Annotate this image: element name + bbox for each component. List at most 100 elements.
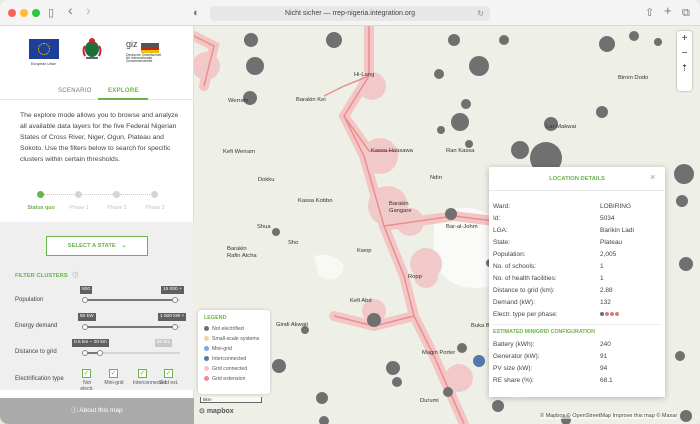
town-label: Birnin Dodo <box>618 75 649 81</box>
tab-explore[interactable]: EXPLORE <box>108 88 139 94</box>
back-icon[interactable]: ‹ <box>68 3 73 17</box>
detail-key: Population: <box>493 251 526 258</box>
energy-max-handle[interactable] <box>172 324 178 330</box>
town-label: Ran Kassa <box>446 148 475 154</box>
checkbox-interconnected[interactable]: ✓ <box>138 369 147 378</box>
filter-clusters-label: FILTER CLUSTERS <box>15 273 68 279</box>
select-state-button[interactable]: SELECT A STATE ⌄ <box>46 236 148 256</box>
energy-min-handle[interactable] <box>82 324 88 330</box>
step-dot-status-quo[interactable] <box>37 191 44 198</box>
step-dot-phase-1[interactable] <box>75 191 82 198</box>
about-map-label: About this map <box>79 407 123 414</box>
scale-label: 5km <box>203 397 212 402</box>
minimize-window-button[interactable] <box>20 9 28 17</box>
energy-demand-label: Energy demand <box>15 323 58 329</box>
step-dot-phase-2[interactable] <box>113 191 120 198</box>
phase-dot <box>615 312 619 316</box>
filter-panel: SELECT A STATE ⌄ FILTER CLUSTERS ⓘ Popul… <box>0 222 194 390</box>
distance-min-handle[interactable] <box>82 350 88 356</box>
location-details-popup: LOCATION DETAILS × Ward: LOBIRING Id: 5034 L… <box>489 167 665 397</box>
new-tab-icon[interactable]: + <box>664 4 672 18</box>
detail-value: LOBIRING <box>600 203 632 210</box>
intro-text: The explore mode allows you to browse an… <box>20 112 179 163</box>
population-min-handle[interactable] <box>82 297 88 303</box>
legend-swatch <box>204 326 209 331</box>
town-label: Kwop <box>357 248 372 254</box>
legend-swatch <box>204 376 209 381</box>
population-max-handle[interactable] <box>172 297 178 303</box>
sidebar-toggle-icon[interactable]: ▯ <box>48 6 54 20</box>
maximize-window-button[interactable] <box>32 9 40 17</box>
zoom-in-button[interactable]: + <box>677 31 692 46</box>
giz-logo: giz Deutsche Gesellschaft für Internatio… <box>124 39 166 63</box>
population-min-value: 500 <box>80 286 93 294</box>
share-icon[interactable]: ⇧ <box>645 6 654 20</box>
mode-tabs: SCENARIO EXPLORE <box>0 84 194 100</box>
detail-key: No. of health facilities: <box>493 275 557 282</box>
detail-key: RE share (%): <box>493 377 534 384</box>
checkbox-label-not-electrified: Not electr. <box>80 380 94 392</box>
map-legend: LEGEND Not electrified Small-scale syste… <box>198 310 270 394</box>
town-label: Kassa Kobbo <box>298 198 333 204</box>
checkbox-label-mini-grid: Mini-grid <box>104 380 124 386</box>
town-label: Kefi Werram <box>223 149 256 155</box>
legend-label: Small-scale systems <box>212 336 260 342</box>
detail-key: LGA: <box>493 227 508 234</box>
step-label-phase-3[interactable]: Phase 3 <box>135 205 175 211</box>
checkbox-not-electrified[interactable]: ✓ <box>82 369 91 378</box>
town-label: Gindi Akwati <box>276 322 308 328</box>
close-window-button[interactable] <box>8 9 16 17</box>
population-slider-range <box>85 299 175 301</box>
checkbox-label-interconnected: Interconnected <box>133 380 167 386</box>
step-dot-phase-3[interactable] <box>151 191 158 198</box>
tab-overview-icon[interactable]: ⧉ <box>682 6 690 20</box>
map-attribution[interactable]: © Mapbox © OpenStreetMap Improve this ma… <box>540 413 678 419</box>
address-bar[interactable]: Nicht sicher — rrep-nigeria.integration.… <box>210 6 490 21</box>
town-label: Ropp <box>408 274 422 280</box>
phase-dot <box>600 312 604 316</box>
forward-icon[interactable]: › <box>86 3 91 17</box>
detail-key: Demand (kW): <box>493 299 535 306</box>
town-label: Werram <box>228 98 249 104</box>
zoom-out-button[interactable]: − <box>677 46 692 61</box>
compass-button[interactable]: ⇡ <box>677 61 692 76</box>
nigeria-coat-of-arms-logo <box>82 38 102 59</box>
town-label: Bar-al-Johm <box>446 224 478 230</box>
tab-scenario[interactable]: SCENARIO <box>58 88 92 94</box>
town-label: Kassa Hausawa <box>371 148 413 154</box>
browser-toolbar: ▯ ‹ › ◐ Nicht sicher — rrep-nigeria.inte… <box>0 0 700 26</box>
checkbox-grid-extension[interactable]: ✓ <box>164 369 173 378</box>
phase-dot <box>610 312 614 316</box>
town-label: Dokku <box>258 177 275 183</box>
town-label: Barakin Rafin Atcha <box>227 246 257 259</box>
step-label-phase-2[interactable]: Phase 2 <box>97 205 137 211</box>
mapbox-logo[interactable]: ⊙ mapbox <box>199 407 234 415</box>
logo-strip: European Union giz Deutsche Gesellschaft… <box>0 26 194 82</box>
eu-caption: European Union <box>31 62 57 66</box>
detail-value: 1 <box>600 275 604 282</box>
distance-max-handle[interactable] <box>97 350 103 356</box>
phase-stepper: Status quo Phase 1 Phase 2 Phase 3 <box>0 186 194 216</box>
town-label: Barakin Kei <box>296 97 326 103</box>
phase-dots <box>600 311 620 318</box>
step-label-status-quo[interactable]: Status quo <box>21 205 61 211</box>
select-state-label: SELECT A STATE <box>67 243 116 249</box>
town-label: Hi-Lang <box>354 72 375 78</box>
detail-value: 91 <box>600 353 608 360</box>
energy-max-value: 1 500 kW + <box>158 313 187 321</box>
legend-title: LEGEND <box>204 315 227 321</box>
close-icon[interactable]: × <box>650 172 655 182</box>
legend-label: Grid extension <box>212 376 246 382</box>
eu-flag-logo <box>29 39 59 59</box>
distance-range-value: 0.5 km – 20 km <box>72 339 109 347</box>
legend-label: Not electrified <box>212 326 244 332</box>
legend-item: Small-scale systems <box>204 336 259 342</box>
info-icon[interactable]: ⓘ <box>72 273 78 279</box>
reload-icon[interactable]: ↻ <box>477 6 484 21</box>
popup-title: LOCATION DETAILS <box>549 176 605 182</box>
population-max-value: 15 000 + <box>161 286 184 294</box>
about-map-button[interactable]: ⓘ About this map <box>0 398 194 424</box>
step-label-phase-1[interactable]: Phase 1 <box>59 205 99 211</box>
distance-max-value: 50 km <box>155 339 173 347</box>
checkbox-mini-grid[interactable]: ✓ <box>109 369 118 378</box>
